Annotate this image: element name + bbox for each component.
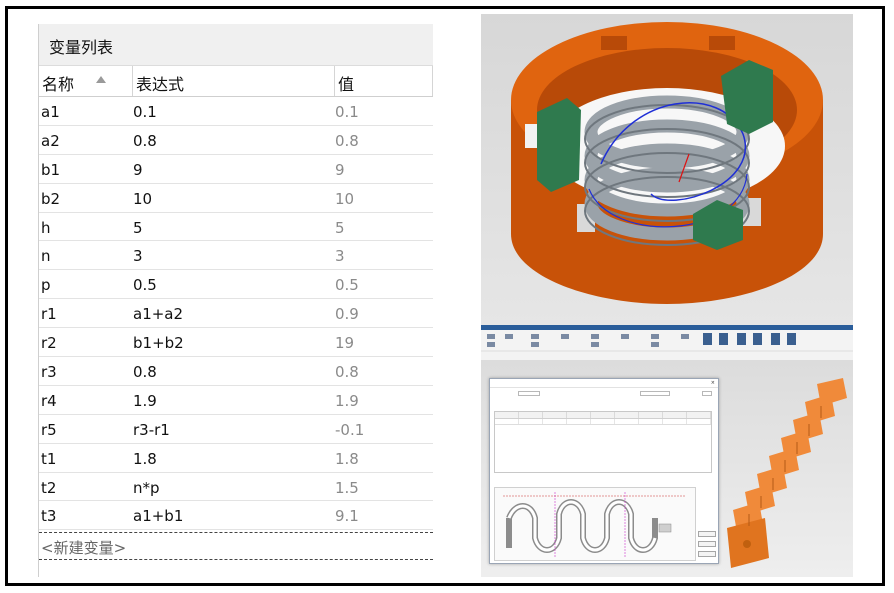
3d-viewport-spring-housing[interactable] [481, 14, 853, 330]
panel-title: 变量列表 [39, 24, 433, 66]
table-row[interactable]: r3 0.8 0.8 [39, 357, 433, 386]
column-header-expression[interactable]: 表达式 [133, 66, 335, 96]
sort-ascending-icon [96, 76, 106, 83]
variable-expression-cell: 0.8 [133, 363, 157, 382]
variable-name-cell: a1 [41, 103, 60, 121]
dialog-field[interactable] [640, 391, 670, 396]
ribbon-icons [481, 333, 853, 352]
variable-value-cell: 0.8 [335, 131, 359, 150]
ribbon-toolbar [481, 325, 853, 362]
column-header-name[interactable]: 名称 [39, 66, 133, 96]
spring-parameter-dialog: × [489, 378, 719, 564]
dialog-button[interactable] [698, 531, 716, 537]
variable-value-cell: 1.5 [335, 478, 359, 497]
variable-expression-cell: b1+b2 [133, 334, 184, 353]
variable-expression-cell: 9 [133, 160, 143, 179]
table-row[interactable]: r5 r3-r1 -0.1 [39, 415, 433, 444]
variable-name-cell: t2 [41, 478, 57, 497]
dialog-parameter-table [494, 411, 712, 473]
variable-name-cell: r3 [41, 363, 57, 382]
dialog-field[interactable] [702, 391, 712, 396]
green-clip [537, 98, 581, 192]
variable-value-cell: 9 [335, 160, 345, 179]
table-row[interactable]: t3 a1+b1 9.1 [39, 501, 433, 531]
dialog-field[interactable] [518, 391, 540, 396]
clip-segments [727, 378, 847, 568]
rim-slot [601, 36, 627, 50]
variable-value-cell: 5 [335, 218, 345, 237]
variable-name-cell: b2 [41, 189, 61, 208]
column-header-expression-label: 表达式 [136, 75, 185, 94]
spring-sketch [503, 492, 685, 558]
variable-rows: a1 0.1 0.1 a2 0.8 0.8 b1 9 9 b2 10 10 h 5 5 n 3 3 p 0.5 0.5 r… [39, 97, 433, 531]
column-header-name-label: 名称 [42, 75, 75, 94]
variable-value-cell: 19 [335, 334, 355, 353]
variable-expression-cell: a1+b1 [133, 507, 184, 526]
variable-expression-cell: 10 [133, 189, 153, 208]
part-hole [743, 540, 751, 548]
variable-name-cell: t1 [41, 449, 57, 468]
variable-expression-cell: r3-r1 [133, 420, 170, 439]
orange-clip-chain-model [727, 378, 847, 568]
variable-name-cell: n [41, 247, 51, 266]
variable-name-cell: a2 [41, 131, 60, 150]
rim-slot [709, 36, 735, 50]
new-variable-row[interactable]: <新建变量> [39, 532, 433, 561]
variable-expression-cell: 0.5 [133, 276, 157, 295]
variable-name-cell: t3 [41, 507, 57, 526]
table-row[interactable]: r4 1.9 1.9 [39, 386, 433, 415]
variable-value-cell: 10 [335, 189, 355, 208]
table-row[interactable]: b2 10 10 [39, 184, 433, 213]
variable-name-cell: r4 [41, 391, 57, 410]
variable-value-cell: -0.1 [335, 420, 365, 439]
rim-slot [525, 124, 539, 148]
dialog-button[interactable] [698, 541, 716, 547]
table-row[interactable]: h 5 5 [39, 213, 433, 242]
table-row[interactable]: t2 n*p 1.5 [39, 473, 433, 502]
column-header-value-label: 值 [338, 75, 355, 94]
variable-name-cell: b1 [41, 160, 61, 179]
variable-expression-cell: 1.8 [133, 449, 157, 468]
spring-housing-model [511, 22, 823, 304]
dialog-table-header [495, 412, 711, 419]
variable-value-cell: 9.1 [335, 507, 359, 526]
variable-expression-cell: a1+a2 [133, 305, 184, 324]
table-header: 名称 表达式 值 [39, 66, 433, 97]
variable-value-cell: 3 [335, 247, 345, 266]
dialog-title-bar [490, 379, 718, 388]
close-icon[interactable]: × [711, 380, 715, 386]
variable-name-cell: r2 [41, 334, 57, 353]
table-row[interactable]: n 3 3 [39, 241, 433, 271]
variable-name-cell: r1 [41, 305, 57, 324]
table-row[interactable]: r1 a1+a2 0.9 [39, 299, 433, 329]
variable-list-panel: 变量列表 名称 表达式 值 a1 0.1 0.1 a2 0.8 0.8 b1 9 9 b2 10 10… [38, 24, 433, 577]
dialog-button[interactable] [698, 551, 716, 557]
variable-name-cell: h [41, 218, 51, 237]
variable-name-cell: r5 [41, 420, 57, 439]
variable-value-cell: 1.8 [335, 449, 359, 468]
table-row[interactable]: p 0.5 0.5 [39, 270, 433, 300]
table-row[interactable]: t1 1.8 1.8 [39, 444, 433, 473]
dialog-table-row[interactable] [495, 419, 711, 425]
table-row[interactable]: a2 0.8 0.8 [39, 126, 433, 155]
variable-value-cell: 0.8 [335, 363, 359, 382]
table-row[interactable]: r2 b1+b2 19 [39, 328, 433, 358]
variable-value-cell: 0.1 [335, 103, 359, 121]
variable-expression-cell: 0.8 [133, 131, 157, 150]
variable-value-cell: 1.9 [335, 391, 359, 410]
variable-expression-cell: 5 [133, 218, 143, 237]
variable-expression-cell: n*p [133, 478, 160, 497]
dialog-preview-sketch [494, 487, 696, 561]
variable-expression-cell: 3 [133, 247, 143, 266]
variable-name-cell: p [41, 276, 51, 295]
variable-expression-cell: 1.9 [133, 391, 157, 410]
table-row[interactable]: a1 0.1 0.1 [39, 97, 433, 126]
variable-value-cell: 0.5 [335, 276, 359, 295]
parameter-dialog-viewport: × [481, 360, 853, 577]
variable-expression-cell: 0.1 [133, 103, 157, 121]
variable-value-cell: 0.9 [335, 305, 359, 324]
table-row[interactable]: b1 9 9 [39, 155, 433, 184]
column-header-value[interactable]: 值 [335, 66, 433, 96]
